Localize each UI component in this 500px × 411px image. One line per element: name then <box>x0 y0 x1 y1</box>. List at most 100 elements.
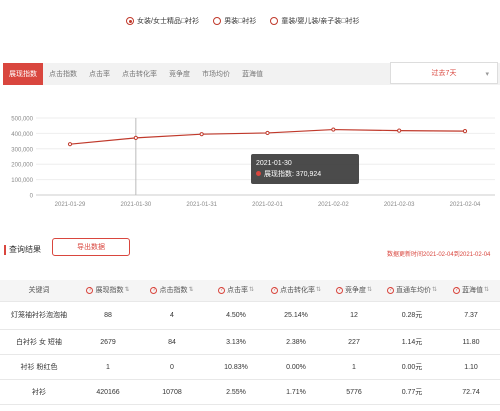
column-header[interactable]: ? 蓝海值 ⇅ <box>442 280 500 301</box>
keyword-table: 关键词 ? 展现指数 ⇅ ? 点击指数 ⇅ ? 点击率 ⇅ ? 点击转化率 ⇅ ? 竞争度 ⇅ ? 直… <box>0 280 500 405</box>
column-header-label: 点击率 <box>226 287 248 294</box>
help-icon[interactable]: ? <box>217 287 225 294</box>
help-icon[interactable]: ? <box>86 287 94 294</box>
y-tick-label: 400,000 <box>11 132 33 138</box>
category-option-men[interactable]: 男装□衬衫 <box>213 16 256 26</box>
radio-icon[interactable] <box>213 17 222 25</box>
x-tick-label: 2021-02-02 <box>318 202 349 208</box>
y-tick-label: 300,000 <box>11 147 33 153</box>
x-tick-label: 2021-02-01 <box>252 202 283 208</box>
period-select[interactable]: 过去7天 ▾ <box>390 62 498 84</box>
help-icon[interactable]: ? <box>270 287 278 294</box>
table-cell: 25.14% <box>284 312 308 319</box>
sort-icon[interactable]: ⇅ <box>188 286 193 295</box>
table-row: 衬衫 粉红色 1 0 10.83% 0.00% 1 0.00元 1.10 <box>0 355 500 380</box>
y-tick-label: 0 <box>30 194 34 200</box>
table-cell: 1 <box>106 363 110 371</box>
table-cell: 3.13% <box>226 338 246 346</box>
chart-tooltip: 2021-01-30 展现指数: 370,924 <box>251 154 359 184</box>
keyword-cell[interactable]: 灯笼袖衬衫泡泡袖 <box>0 302 78 329</box>
table-cell: 4 <box>170 312 174 319</box>
help-icon[interactable]: ? <box>335 287 343 294</box>
category-option-kids[interactable]: 童装/婴儿装/亲子装□衬衫 <box>270 16 360 26</box>
tab-impressions[interactable]: 展现指数 <box>3 63 43 85</box>
table-cell: 0 <box>170 363 174 371</box>
column-header[interactable]: ? 竞争度 ⇅ <box>326 280 382 301</box>
help-icon[interactable]: ? <box>386 287 394 294</box>
tab-ctr[interactable]: 点击率 <box>83 63 116 85</box>
help-icon[interactable]: ? <box>452 287 460 294</box>
sort-icon[interactable]: ⇅ <box>367 286 372 295</box>
column-header-label: 展现指数 <box>95 287 124 294</box>
keyword-cell[interactable]: 白衬衫 女 短袖 <box>0 330 78 354</box>
column-header[interactable]: ? 点击率 ⇅ <box>206 280 266 301</box>
series-dot-icon <box>256 171 261 176</box>
data-point <box>67 142 73 147</box>
data-point <box>397 128 402 133</box>
tab-clicks[interactable]: 点击指数 <box>43 63 83 85</box>
table-cell: 1 <box>352 363 356 371</box>
column-header-label: 竞争度 <box>344 287 366 294</box>
category-label: 童装/婴儿装/亲子装□衬衫 <box>281 18 360 25</box>
column-header-label: 直通车均价 <box>395 287 431 294</box>
table-row: 衬衫 420166 10708 2.55% 1.71% 5776 0.77元 7… <box>0 380 500 405</box>
export-button[interactable]: 导出数据 <box>52 238 130 256</box>
table-cell: 0.77元 <box>401 388 423 396</box>
keyword-cell[interactable]: 衬衫 粉红色 <box>0 355 78 379</box>
column-header-label: 蓝海值 <box>461 287 483 294</box>
update-time: 数据更新时间2021-02-04到2021-02-04 <box>387 252 491 258</box>
radio-selected-icon[interactable] <box>126 17 134 25</box>
column-header-label: 关键词 <box>28 287 50 294</box>
table-cell: 84 <box>168 338 176 346</box>
table-cell: 88 <box>104 312 112 319</box>
y-tick-label: 200,000 <box>11 163 33 169</box>
column-header-label: 点击转化率 <box>279 287 315 294</box>
table-cell: 0.00元 <box>401 363 423 371</box>
result-title: 查询结果 <box>4 244 41 255</box>
data-point <box>133 135 138 140</box>
table-cell: 4.50% <box>226 312 246 319</box>
table-row: 灯笼袖衬衫泡泡袖 88 4 4.50% 25.14% 12 0.28元 7.37 <box>0 302 500 330</box>
result-title-text: 查询结果 <box>9 245 41 254</box>
column-header[interactable]: ? 点击转化率 ⇅ <box>266 280 326 301</box>
trend-chart: 500,000 400,000 300,000 200,000 100,000 0 2021… <box>0 110 500 215</box>
y-tick-label: 100,000 <box>11 178 33 184</box>
sort-icon[interactable]: ⇅ <box>432 286 437 295</box>
keyword-cell[interactable]: 衬衫 <box>0 380 78 404</box>
tooltip-date: 2021-01-30 <box>256 160 292 167</box>
table-cell: 72.74 <box>462 388 480 396</box>
table-cell: 7.37 <box>464 312 478 319</box>
table-cell: 2.38% <box>286 338 306 346</box>
data-point <box>265 130 270 136</box>
sort-icon[interactable]: ⇅ <box>484 286 489 295</box>
sort-icon[interactable]: ⇅ <box>124 286 129 295</box>
column-header-label: 点击指数 <box>159 287 188 294</box>
tab-conversion[interactable]: 点击转化率 <box>116 63 163 85</box>
sort-icon[interactable]: ⇅ <box>249 286 254 295</box>
table-row: 白衬衫 女 短袖 2679 84 3.13% 2.38% 227 1.14元 1… <box>0 330 500 355</box>
table-cell: 1.10 <box>464 363 478 371</box>
category-option-women[interactable]: 女装/女士精品□衬衫 <box>126 16 199 26</box>
x-tick-label: 2021-01-30 <box>120 202 151 208</box>
column-header[interactable]: ? 点击指数 ⇅ <box>138 280 206 301</box>
column-header: 关键词 <box>0 280 78 301</box>
tab-avg-price[interactable]: 市场均价 <box>196 63 236 85</box>
x-tick-label: 2021-01-29 <box>55 202 86 208</box>
table-cell: 420166 <box>96 388 120 396</box>
category-label: 女装/女士精品□衬衫 <box>137 18 200 25</box>
tab-competition[interactable]: 竞争度 <box>163 63 196 85</box>
trend-chart-svg: 500,000 400,000 300,000 200,000 100,000 0 2021… <box>11 117 495 208</box>
radio-icon[interactable] <box>270 17 279 25</box>
column-header[interactable]: ? 展现指数 ⇅ <box>78 280 138 301</box>
data-point <box>199 132 204 137</box>
table-cell: 1.71% <box>286 388 306 396</box>
help-icon[interactable]: ? <box>150 287 158 294</box>
column-header[interactable]: ? 直通车均价 ⇅ <box>382 280 442 301</box>
tooltip-value: 展现指数: 370,924 <box>264 171 322 178</box>
sort-icon[interactable]: ⇅ <box>316 286 321 295</box>
data-point <box>462 128 468 134</box>
x-tick-label: 2021-02-03 <box>384 202 415 208</box>
table-cell: 10708 <box>162 388 182 396</box>
tab-blue-ocean[interactable]: 蓝海值 <box>236 63 269 85</box>
table-cell: 2.55% <box>226 388 246 396</box>
